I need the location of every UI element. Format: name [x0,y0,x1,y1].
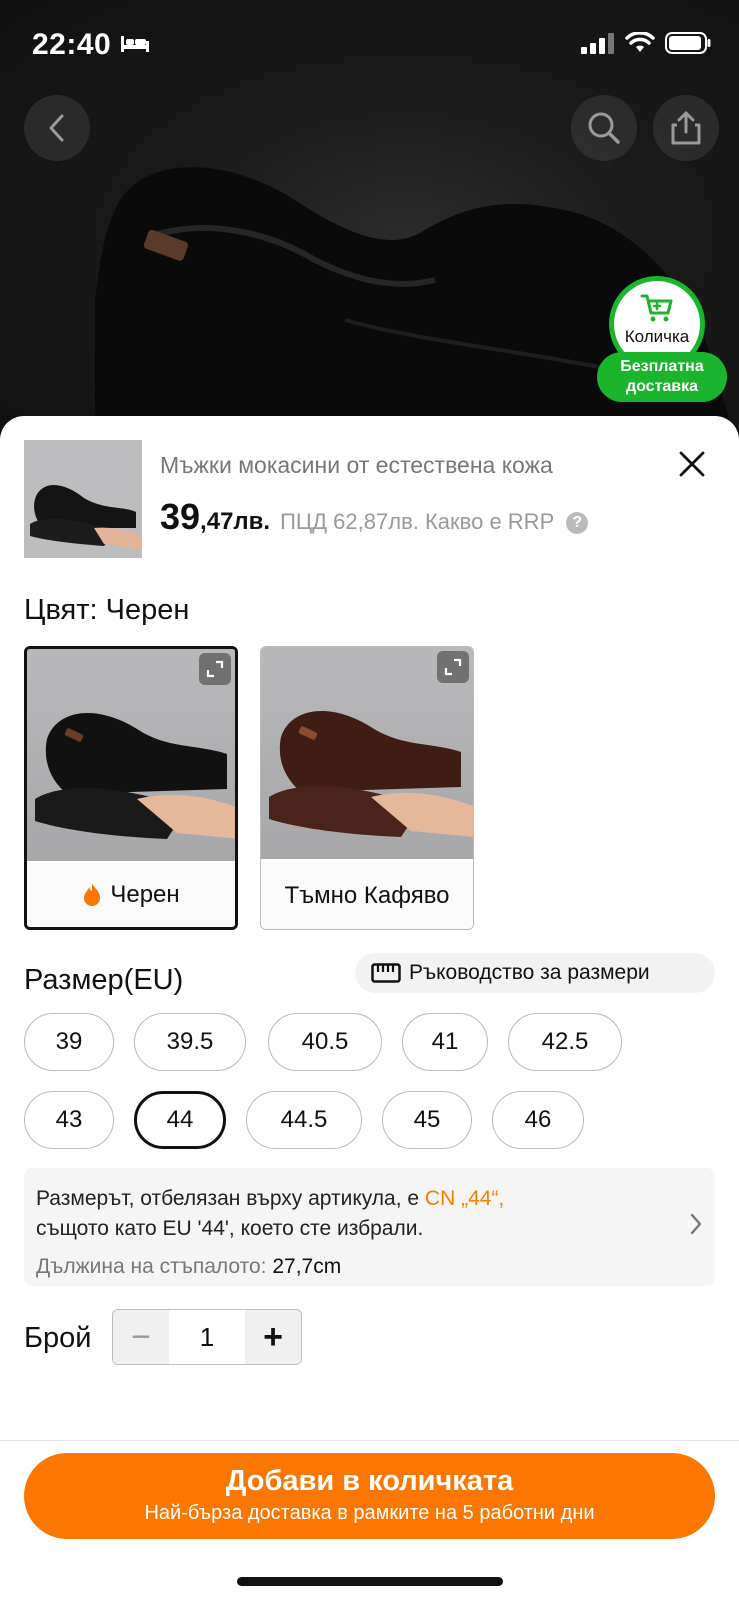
add-to-cart-button[interactable]: Добави в количката Най-бърза доставка в … [24,1453,715,1539]
foot-length-row: Дължина на стъпалото: 27,7cm [36,1252,665,1282]
expand-icon [444,658,462,676]
color-section-label: Цвят: Черен [24,594,190,626]
status-time: 22:40 [32,28,112,61]
thumbnail-image [24,440,142,558]
size-info-cn-size: CN „44“, [424,1187,505,1210]
ruler-icon [371,963,401,983]
delivery-promise: Най-бърза доставка в рамките на 5 работн… [144,1502,595,1524]
color-option-dark-brown[interactable]: Тъмно Кафяво [260,646,474,930]
size-option-43[interactable]: 43 [24,1091,114,1149]
size-section-label: Размер(EU) [24,964,184,996]
status-bar: 22:40 [0,0,739,90]
cart-label: Количка [624,327,690,346]
cart-icon [640,294,673,322]
free-shipping-line-1: Безплатна [620,358,704,375]
chevron-right-icon [690,1213,702,1235]
color-option-label: Черен [27,863,235,927]
chevron-left-icon [49,114,64,142]
expand-image-button[interactable] [437,651,469,683]
price-integer: 39 [160,496,201,537]
size-info-prefix: Размерът, отбелязан върху артикула, е [36,1187,425,1210]
size-guide-button[interactable]: Ръководство за размери [355,953,715,993]
decrease-quantity-button[interactable]: − [113,1310,169,1364]
size-option-40-5[interactable]: 40.5 [268,1013,382,1071]
share-button[interactable] [653,95,719,161]
sku-selector-sheet: Мъжки мокасини от естествена кожа 39 ,47… [0,416,739,1600]
increase-quantity-button[interactable]: + [245,1310,301,1364]
color-option-black[interactable]: Черен [24,646,238,930]
size-option-39[interactable]: 39 [24,1013,114,1071]
share-icon [671,111,701,145]
product-thumbnail [24,440,142,558]
expand-icon [206,660,224,678]
price-row: 39 ,47лв. ПЦД 62,87лв. Какво е RRP ? [160,496,589,538]
color-option-name: Черен [110,881,180,908]
rrp-text[interactable]: ПЦД 62,87лв. Какво е RRP [280,509,554,535]
close-icon [679,451,705,477]
divider [0,1440,739,1441]
size-conversion-info[interactable]: Размерът, отбелязан върху артикула, е CN… [24,1168,715,1286]
battery-icon [665,32,711,54]
help-icon[interactable]: ? [566,512,589,534]
product-title[interactable]: Мъжки мокасини от естествена кожа [160,452,640,479]
size-info-line-1: Размерът, отбелязан върху артикула, е CN… [36,1184,665,1214]
size-option-44-5[interactable]: 44.5 [246,1091,362,1149]
quantity-label: Брой [24,1322,92,1354]
floating-cart-button[interactable]: Количка Безплатна доставка [597,276,727,404]
size-option-39-5[interactable]: 39.5 [134,1013,246,1071]
flame-icon [84,883,101,906]
size-option-41[interactable]: 41 [402,1013,488,1071]
size-option-46[interactable]: 46 [492,1091,584,1149]
sleep-focus-icon [121,36,149,52]
back-button[interactable] [24,95,90,161]
search-button[interactable] [571,95,637,161]
size-guide-label: Ръководство за размери [409,961,650,984]
size-info-line-2: същото като EU '44', което сте избрали. [36,1217,424,1240]
signal-icon [581,33,614,54]
home-indicator[interactable] [237,1577,503,1586]
free-shipping-line-2: доставка [625,378,699,395]
wifi-icon [625,32,655,52]
search-icon [588,112,620,144]
add-to-cart-label: Добави в количката [225,1465,514,1497]
foot-length-value: 27,7cm [272,1255,342,1278]
color-option-name: Тъмно Кафяво [284,882,450,909]
expand-image-button[interactable] [199,653,231,685]
quantity-value[interactable]: 1 [169,1310,245,1364]
color-option-label: Тъмно Кафяво [261,863,473,929]
close-button[interactable] [672,444,712,484]
size-option-42-5[interactable]: 42.5 [508,1013,622,1071]
price-decimal: ,47лв. [200,508,271,535]
size-option-44[interactable]: 44 [134,1091,226,1149]
foot-length-label: Дължина на стъпалото: [36,1255,273,1278]
free-shipping-badge: Безплатна доставка [597,352,727,402]
quantity-stepper: − 1 + [112,1309,302,1365]
size-option-45[interactable]: 45 [382,1091,472,1149]
